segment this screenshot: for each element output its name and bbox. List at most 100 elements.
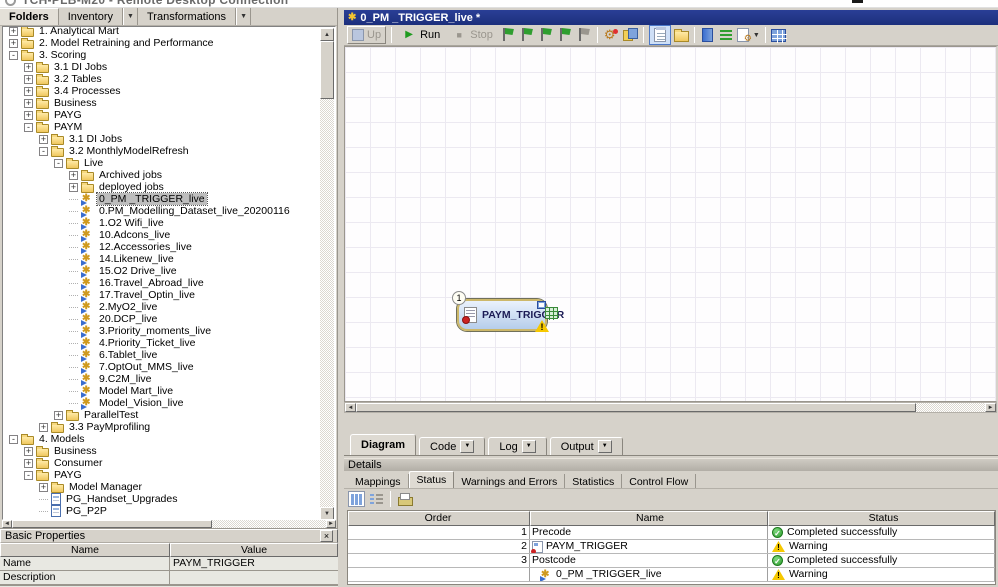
- tree-item[interactable]: +3.2 Tables: [3, 73, 320, 85]
- table-row[interactable]: 2PAYM_TRIGGER!Warning: [348, 540, 995, 554]
- continue-icon[interactable]: [557, 27, 573, 43]
- tree-item[interactable]: +Archived jobs: [3, 169, 320, 181]
- column-header-name[interactable]: Name: [530, 511, 768, 526]
- clear-flags-icon[interactable]: [576, 27, 592, 43]
- run-to-selected-icon[interactable]: [500, 27, 516, 43]
- detail-tab-control-flow[interactable]: Control Flow: [622, 474, 696, 488]
- tree-item[interactable]: -4. Models: [3, 433, 320, 445]
- tree-expander-icon[interactable]: +: [39, 423, 48, 432]
- tree-expander-icon[interactable]: +: [54, 411, 63, 420]
- tree-expander-icon[interactable]: +: [39, 135, 48, 144]
- detail-tab-status[interactable]: Status: [409, 471, 455, 488]
- minimize-icon[interactable]: [852, 0, 863, 3]
- column-header-name[interactable]: Name: [0, 543, 170, 557]
- tree-expander-icon[interactable]: +: [24, 63, 33, 72]
- detail-tab-statistics[interactable]: Statistics: [565, 474, 622, 488]
- tree-item[interactable]: +Business: [3, 445, 320, 457]
- tree-item[interactable]: +Consumer: [3, 457, 320, 469]
- tree-expander-icon[interactable]: +: [69, 171, 78, 180]
- detail-tab-mappings[interactable]: Mappings: [348, 474, 409, 488]
- deploy-job-icon[interactable]: [737, 28, 749, 42]
- detail-tab-warnings-and-errors[interactable]: Warnings and Errors: [454, 474, 565, 488]
- dropdown-icon[interactable]: ▼: [522, 440, 536, 453]
- scrollbar-thumb[interactable]: [356, 403, 916, 412]
- table-row[interactable]: 3Postcode✓Completed successfully: [348, 554, 995, 568]
- column-header-value[interactable]: Value: [170, 543, 338, 557]
- tree-item[interactable]: +1. Analytical Mart: [3, 26, 320, 37]
- node-output-port[interactable]: [545, 307, 558, 319]
- tree-expander-icon[interactable]: +: [9, 39, 18, 48]
- scroll-down-icon[interactable]: ▼: [320, 507, 334, 520]
- tree-expander-icon[interactable]: +: [24, 75, 33, 84]
- dropdown-icon[interactable]: ▼: [753, 32, 760, 39]
- diagram-canvas[interactable]: 1 PAYM_TRIGGER !: [344, 46, 997, 402]
- column-header-status[interactable]: Status: [768, 511, 995, 526]
- panel-tab-folders[interactable]: Folders: [0, 8, 59, 25]
- tree-item[interactable]: -PAYM: [3, 121, 320, 133]
- tab-log[interactable]: Log▼: [488, 437, 546, 455]
- tree-expander-icon[interactable]: -: [39, 147, 48, 156]
- tree-item[interactable]: 16.Travel_Abroad_live: [3, 277, 320, 289]
- tree-expander-icon[interactable]: +: [24, 111, 33, 120]
- run-from-selected-icon[interactable]: [519, 27, 535, 43]
- tree-item[interactable]: -PAYG: [3, 469, 320, 481]
- tab-diagram[interactable]: Diagram: [350, 434, 416, 455]
- tree-item[interactable]: 10.Adcons_live: [3, 229, 320, 241]
- scroll-left-icon[interactable]: ◄: [2, 520, 12, 528]
- notes-toggle-button[interactable]: [649, 25, 671, 45]
- table-row[interactable]: 0_PM _TRIGGER_live!Warning: [348, 568, 995, 582]
- tree-item[interactable]: 0_PM _TRIGGER_live: [3, 193, 320, 205]
- tree-item[interactable]: +3.1 DI Jobs: [3, 133, 320, 145]
- close-icon[interactable]: ×: [320, 530, 333, 542]
- tree-expander-icon[interactable]: +: [24, 99, 33, 108]
- tree-item[interactable]: +ParallelTest: [3, 409, 320, 421]
- tree-item[interactable]: +3.4 Processes: [3, 85, 320, 97]
- edit-mapping-icon[interactable]: [622, 27, 638, 43]
- dropdown-icon[interactable]: ▼: [598, 440, 612, 453]
- list-view-icon[interactable]: [368, 491, 385, 507]
- column-view-icon[interactable]: [348, 491, 365, 507]
- tree-expander-icon[interactable]: +: [24, 87, 33, 96]
- tree-item[interactable]: -3.2 MonthlyModelRefresh: [3, 145, 320, 157]
- tree-item[interactable]: 1.O2 Wifi_live: [3, 217, 320, 229]
- tab-output[interactable]: Output▼: [550, 437, 623, 455]
- tab-code[interactable]: Code▼: [419, 437, 485, 455]
- tree-item[interactable]: +deployed jobs: [3, 181, 320, 193]
- tree-horizontal-scrollbar[interactable]: ◄ ►: [2, 520, 336, 528]
- tree-item[interactable]: +3.3 PayMprofiling: [3, 421, 320, 433]
- tree-item[interactable]: Model_Vision_live: [3, 397, 320, 409]
- dropdown-icon[interactable]: ▼: [236, 8, 251, 25]
- panel-tab-inventory[interactable]: Inventory: [59, 8, 123, 25]
- tree-expander-icon[interactable]: +: [39, 483, 48, 492]
- tree-expander-icon[interactable]: -: [9, 435, 18, 444]
- metadata-icon[interactable]: [702, 28, 713, 42]
- tree-expander-icon[interactable]: -: [24, 471, 33, 480]
- grid-view-icon[interactable]: [771, 29, 786, 42]
- tree-item[interactable]: PG_P2P: [3, 505, 320, 517]
- tree-item[interactable]: +3.1 DI Jobs: [3, 61, 320, 73]
- tree-expander-icon[interactable]: +: [24, 447, 33, 456]
- tree-item[interactable]: 14.Likenew_live: [3, 253, 320, 265]
- column-header-order[interactable]: Order: [348, 511, 530, 526]
- tree-expander-icon[interactable]: +: [24, 459, 33, 468]
- scroll-right-icon[interactable]: ►: [326, 520, 336, 528]
- tree-item[interactable]: -Live: [3, 157, 320, 169]
- property-row[interactable]: NamePAYM_TRIGGER: [0, 557, 338, 571]
- table-row[interactable]: 1Precode✓Completed successfully: [348, 526, 995, 540]
- tree-item[interactable]: 2.MyO2_live: [3, 301, 320, 313]
- tree-item[interactable]: -3. Scoring: [3, 49, 320, 61]
- tree-item[interactable]: 9.C2M_live: [3, 373, 320, 385]
- job-properties-icon[interactable]: [603, 27, 619, 43]
- tree-item[interactable]: +2. Model Retraining and Performance: [3, 37, 320, 49]
- scroll-up-icon[interactable]: ▲: [320, 28, 334, 41]
- tree-vertical-scrollbar[interactable]: ▲ ▼: [320, 28, 334, 520]
- tree-expander-icon[interactable]: +: [9, 27, 18, 36]
- scroll-right-icon[interactable]: ►: [985, 403, 996, 412]
- tree-item[interactable]: 4.Priority_Ticket_live: [3, 337, 320, 349]
- canvas-horizontal-scrollbar[interactable]: ◄ ►: [344, 402, 997, 413]
- tree-item[interactable]: +Model Manager: [3, 481, 320, 493]
- scrollbar-thumb[interactable]: [12, 520, 212, 528]
- tree-item[interactable]: 3.Priority_moments_live: [3, 325, 320, 337]
- up-button[interactable]: Up: [347, 26, 386, 44]
- folder-icon[interactable]: [674, 31, 689, 42]
